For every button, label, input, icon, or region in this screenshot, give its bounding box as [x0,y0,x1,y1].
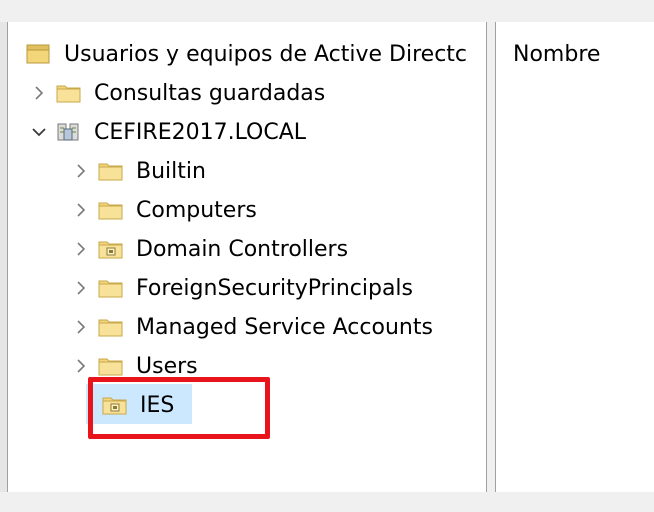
folder-icon [98,199,124,221]
tree-item-domain[interactable]: CEFIRE2017.LOCAL [30,114,306,150]
pane-splitter[interactable] [486,22,496,492]
tree-root-item[interactable]: Usuarios y equipos de Active Directc [26,36,467,72]
tree-item-label: CEFIRE2017.LOCAL [94,119,307,145]
folder-icon [98,277,124,299]
annotation-highlight-box [88,377,270,439]
tree-item-label: Domain Controllers [136,236,349,262]
ou-folder-icon [98,238,124,260]
tree-item-label: Builtin [136,158,206,184]
column-header-nombre[interactable]: Nombre [513,42,600,67]
tree-item-domain-controllers[interactable]: Domain Controllers [72,231,348,267]
folder-icon [98,316,124,338]
chevron-right-icon[interactable] [72,270,90,306]
details-pane[interactable]: Nombre [497,22,654,492]
tree-item-builtin[interactable]: Builtin [72,153,206,189]
tree-item-label: Computers [136,197,257,223]
chevron-right-icon[interactable] [72,231,90,267]
domain-icon [56,121,82,143]
aduc-console-icon [26,43,52,65]
folder-icon [98,355,124,377]
tree-item-label: Consultas guardadas [94,80,326,106]
chevron-right-icon[interactable] [72,192,90,228]
toolbar-strip [0,0,654,22]
tree-item-foreign-security-principals[interactable]: ForeignSecurityPrincipals [72,270,413,306]
tree-item-managed-service-accounts[interactable]: Managed Service Accounts [72,309,433,345]
tree-root-label: Usuarios y equipos de Active Directc [64,41,468,67]
tree-item-consultas[interactable]: Consultas guardadas [30,75,325,111]
chevron-down-icon[interactable] [30,114,48,150]
chevron-right-icon[interactable] [30,75,48,111]
window-left-edge [0,22,8,492]
tree-item-label: ForeignSecurityPrincipals [136,275,413,301]
folder-icon [98,160,124,182]
status-strip [0,492,654,512]
folder-icon [56,82,82,104]
chevron-right-icon[interactable] [72,153,90,189]
tree-item-label: Managed Service Accounts [136,314,433,340]
chevron-right-icon[interactable] [72,309,90,345]
tree-item-label: Users [136,353,198,379]
tree-item-computers[interactable]: Computers [72,192,257,228]
